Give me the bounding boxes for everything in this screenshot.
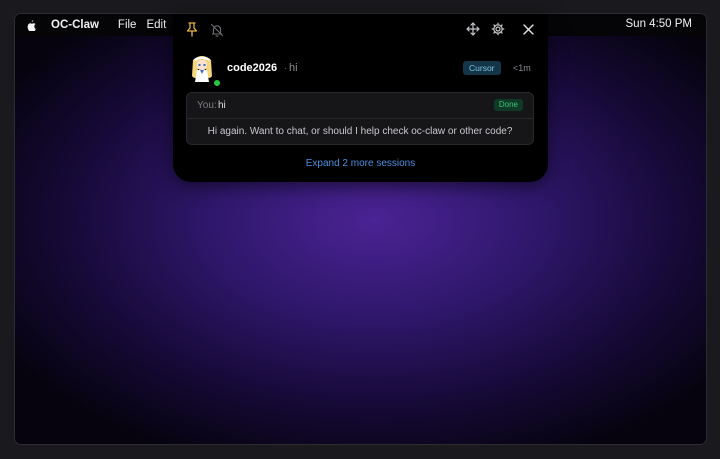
menu-bar-clock[interactable]: Sun 4:50 PM bbox=[626, 18, 692, 30]
assistant-reply-text: Hi again. Want to chat, or should I help… bbox=[207, 126, 513, 137]
apple-icon[interactable] bbox=[27, 19, 36, 31]
bell-muted-icon[interactable] bbox=[210, 22, 224, 37]
session-preview: hi bbox=[289, 62, 298, 74]
close-icon[interactable] bbox=[522, 23, 534, 35]
status-badge: Done bbox=[493, 99, 523, 111]
menu-edit[interactable]: Edit bbox=[146, 19, 166, 31]
avatar bbox=[189, 54, 215, 82]
session-message-card[interactable]: You: hi Done Hi again. Want to chat, or … bbox=[186, 92, 534, 145]
expand-sessions-link[interactable]: Expand 2 more sessions bbox=[173, 158, 548, 169]
pin-icon[interactable] bbox=[185, 21, 199, 37]
session-time: <1m bbox=[513, 63, 531, 73]
user-prefix-label: You: bbox=[197, 100, 217, 111]
gear-icon[interactable] bbox=[491, 22, 505, 36]
user-message-text: hi bbox=[218, 100, 226, 111]
session-notch-panel: code2026 · hi Cursor <1m You: hi Done Hi… bbox=[173, 14, 548, 182]
menu-file[interactable]: File bbox=[118, 19, 137, 31]
app-name-menu[interactable]: OC-Claw bbox=[51, 19, 99, 31]
session-name[interactable]: code2026 bbox=[227, 62, 277, 74]
user-message-row: You: hi Done bbox=[187, 93, 533, 119]
source-badge: Cursor bbox=[463, 61, 501, 75]
session-separator: · bbox=[284, 63, 288, 74]
online-status-indicator bbox=[213, 79, 221, 87]
move-icon[interactable] bbox=[466, 22, 480, 36]
